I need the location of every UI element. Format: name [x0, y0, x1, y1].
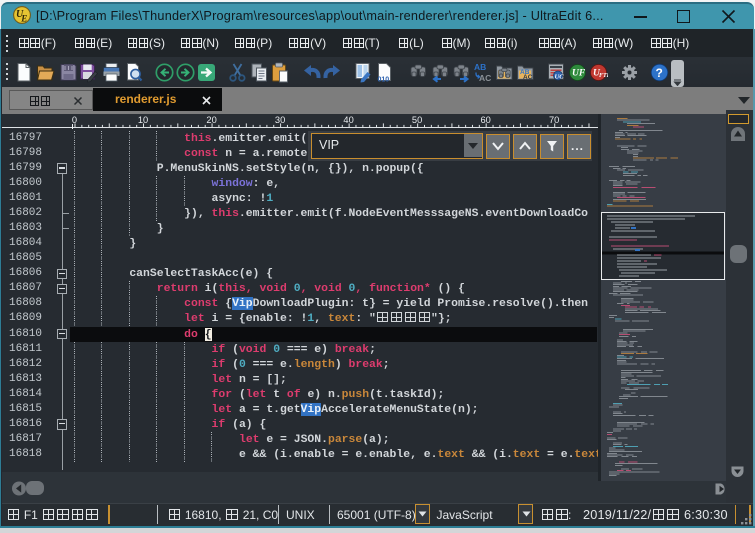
- svg-text:?: ?: [656, 66, 663, 80]
- svg-text:FTP: FTP: [599, 73, 608, 79]
